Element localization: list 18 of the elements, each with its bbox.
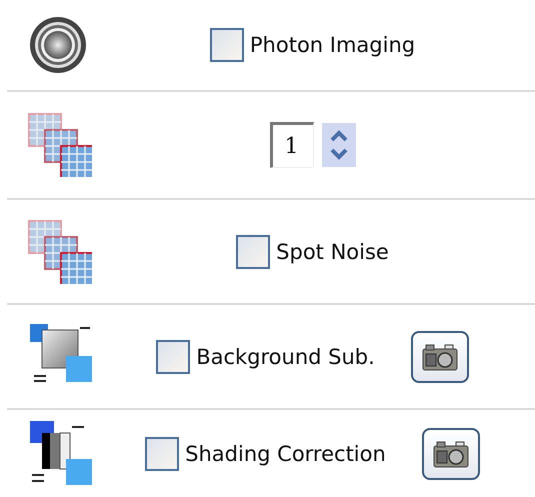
checkbox-label: Spot Noise: [276, 240, 389, 264]
concentric-rings-icon: [28, 15, 88, 75]
checkbox-label: Shading Correction: [185, 442, 386, 466]
checkbox[interactable]: [156, 340, 190, 374]
stacked-grids-icon: [28, 113, 92, 177]
camera-button[interactable]: [422, 428, 480, 480]
shading-layers-icon: [28, 420, 92, 486]
camera-button[interactable]: [410, 330, 469, 382]
camera-icon: [432, 438, 470, 468]
checkbox-label: Photon Imaging: [250, 33, 416, 57]
checkbox[interactable]: [210, 28, 244, 62]
camera-icon: [420, 342, 459, 372]
checkbox[interactable]: [145, 436, 180, 470]
number-field[interactable]: 1: [270, 122, 314, 168]
checkbox[interactable]: [236, 234, 270, 268]
checkbox-label: Background Sub.: [196, 344, 375, 368]
spinner-arrows[interactable]: [322, 123, 356, 167]
stacked-grids-icon: [28, 220, 92, 284]
